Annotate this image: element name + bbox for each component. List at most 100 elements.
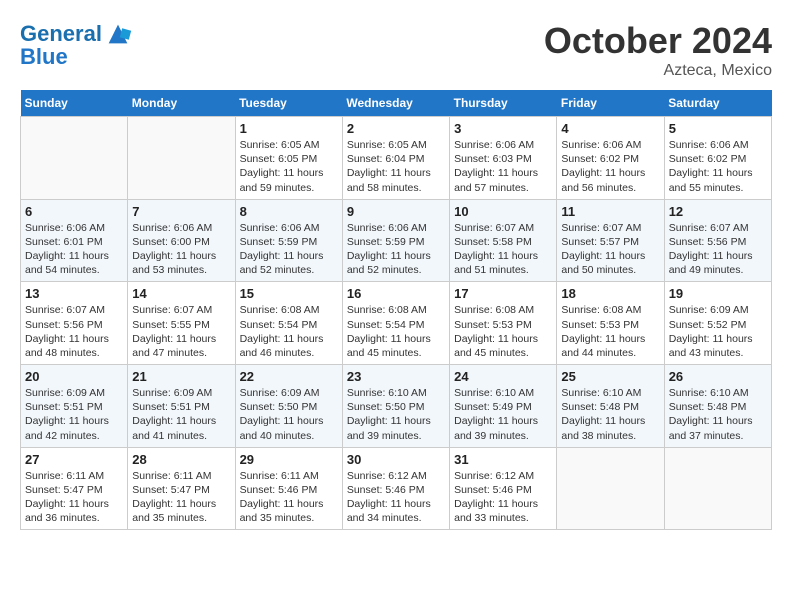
calendar-cell: 23 Sunrise: 6:10 AM Sunset: 5:50 PM Dayli…	[342, 365, 449, 448]
calendar-cell: 6 Sunrise: 6:06 AM Sunset: 6:01 PM Daylig…	[21, 199, 128, 282]
calendar-cell: 2Sunrise: 6:05 AM Sunset: 6:04 PM Daylig…	[342, 117, 449, 200]
day-info: Sunrise: 6:07 AM Sunset: 5:56 PM Dayligh…	[25, 303, 123, 360]
calendar-cell: 20 Sunrise: 6:09 AM Sunset: 5:51 PM Dayli…	[21, 365, 128, 448]
page-header: General Blue October 2024 Azteca, Mexico	[20, 20, 772, 80]
day-info: Sunrise: 6:09 AM Sunset: 5:51 PM Dayligh…	[25, 386, 123, 443]
calendar-cell	[557, 447, 664, 530]
day-info: Sunrise: 6:10 AM Sunset: 5:50 PM Dayligh…	[347, 386, 445, 443]
calendar-cell: 27 Sunrise: 6:11 AM Sunset: 5:47 PM Dayli…	[21, 447, 128, 530]
week-row-2: 6 Sunrise: 6:06 AM Sunset: 6:01 PM Daylig…	[21, 199, 772, 282]
day-number: 5	[669, 121, 767, 136]
day-info: Sunrise: 6:11 AM Sunset: 5:47 PM Dayligh…	[25, 469, 123, 526]
week-row-5: 27 Sunrise: 6:11 AM Sunset: 5:47 PM Dayli…	[21, 447, 772, 530]
calendar-cell: 5 Sunrise: 6:06 AM Sunset: 6:02 PM Daylig…	[664, 117, 771, 200]
day-info: Sunrise: 6:10 AM Sunset: 5:48 PM Dayligh…	[669, 386, 767, 443]
day-info: Sunrise: 6:09 AM Sunset: 5:50 PM Dayligh…	[240, 386, 338, 443]
day-number: 29	[240, 452, 338, 467]
day-number: 6	[25, 204, 123, 219]
weekday-header-tuesday: Tuesday	[235, 90, 342, 117]
weekday-header-sunday: Sunday	[21, 90, 128, 117]
day-info: Sunrise: 6:08 AM Sunset: 5:53 PM Dayligh…	[454, 303, 552, 360]
day-info: Sunrise: 6:11 AM Sunset: 5:46 PM Dayligh…	[240, 469, 338, 526]
day-info: Sunrise: 6:06 AM Sunset: 6:00 PM Dayligh…	[132, 221, 230, 278]
day-number: 15	[240, 286, 338, 301]
day-number: 13	[25, 286, 123, 301]
weekday-header-wednesday: Wednesday	[342, 90, 449, 117]
day-number: 11	[561, 204, 659, 219]
calendar-cell: 14 Sunrise: 6:07 AM Sunset: 5:55 PM Dayli…	[128, 282, 235, 365]
day-info: Sunrise: 6:05 AM Sunset: 6:05 PM Dayligh…	[240, 138, 338, 195]
day-info: Sunrise: 6:10 AM Sunset: 5:49 PM Dayligh…	[454, 386, 552, 443]
day-info: Sunrise: 6:07 AM Sunset: 5:58 PM Dayligh…	[454, 221, 552, 278]
day-number: 16	[347, 286, 445, 301]
day-number: 25	[561, 369, 659, 384]
day-number: 2	[347, 121, 445, 136]
day-info: Sunrise: 6:06 AM Sunset: 5:59 PM Dayligh…	[240, 221, 338, 278]
calendar-cell: 1 Sunrise: 6:05 AM Sunset: 6:05 PM Daylig…	[235, 117, 342, 200]
calendar-cell: 28 Sunrise: 6:11 AM Sunset: 5:47 PM Dayli…	[128, 447, 235, 530]
day-number: 21	[132, 369, 230, 384]
calendar-cell: 11Sunrise: 6:07 AM Sunset: 5:57 PM Dayli…	[557, 199, 664, 282]
calendar-cell	[21, 117, 128, 200]
day-number: 9	[347, 204, 445, 219]
location: Azteca, Mexico	[544, 62, 772, 80]
day-info: Sunrise: 6:06 AM Sunset: 5:59 PM Dayligh…	[347, 221, 445, 278]
day-number: 8	[240, 204, 338, 219]
day-number: 28	[132, 452, 230, 467]
calendar-cell: 13 Sunrise: 6:07 AM Sunset: 5:56 PM Dayli…	[21, 282, 128, 365]
day-number: 20	[25, 369, 123, 384]
day-info: Sunrise: 6:06 AM Sunset: 6:02 PM Dayligh…	[669, 138, 767, 195]
calendar-cell: 18 Sunrise: 6:08 AM Sunset: 5:53 PM Dayli…	[557, 282, 664, 365]
calendar-cell: 26 Sunrise: 6:10 AM Sunset: 5:48 PM Dayli…	[664, 365, 771, 448]
day-info: Sunrise: 6:08 AM Sunset: 5:53 PM Dayligh…	[561, 303, 659, 360]
day-number: 30	[347, 452, 445, 467]
logo: General Blue	[20, 20, 132, 70]
day-number: 10	[454, 204, 552, 219]
calendar-cell: 22 Sunrise: 6:09 AM Sunset: 5:50 PM Dayli…	[235, 365, 342, 448]
day-info: Sunrise: 6:07 AM Sunset: 5:55 PM Dayligh…	[132, 303, 230, 360]
calendar-cell: 17Sunrise: 6:08 AM Sunset: 5:53 PM Dayli…	[450, 282, 557, 365]
weekday-header-monday: Monday	[128, 90, 235, 117]
week-row-1: 1 Sunrise: 6:05 AM Sunset: 6:05 PM Daylig…	[21, 117, 772, 200]
calendar-cell	[664, 447, 771, 530]
day-number: 7	[132, 204, 230, 219]
weekday-header-friday: Friday	[557, 90, 664, 117]
day-info: Sunrise: 6:11 AM Sunset: 5:47 PM Dayligh…	[132, 469, 230, 526]
week-row-3: 13 Sunrise: 6:07 AM Sunset: 5:56 PM Dayli…	[21, 282, 772, 365]
logo-icon	[104, 20, 132, 48]
calendar-cell: 21Sunrise: 6:09 AM Sunset: 5:51 PM Dayli…	[128, 365, 235, 448]
day-info: Sunrise: 6:12 AM Sunset: 5:46 PM Dayligh…	[454, 469, 552, 526]
month-title: October 2024	[544, 20, 772, 62]
weekday-header-thursday: Thursday	[450, 90, 557, 117]
calendar-cell: 31 Sunrise: 6:12 AM Sunset: 5:46 PM Dayli…	[450, 447, 557, 530]
logo-text: General	[20, 22, 102, 46]
calendar-cell: 25 Sunrise: 6:10 AM Sunset: 5:48 PM Dayli…	[557, 365, 664, 448]
day-info: Sunrise: 6:06 AM Sunset: 6:01 PM Dayligh…	[25, 221, 123, 278]
day-number: 22	[240, 369, 338, 384]
day-number: 3	[454, 121, 552, 136]
calendar-cell: 7 Sunrise: 6:06 AM Sunset: 6:00 PM Daylig…	[128, 199, 235, 282]
calendar-cell: 30 Sunrise: 6:12 AM Sunset: 5:46 PM Dayli…	[342, 447, 449, 530]
calendar-cell: 3Sunrise: 6:06 AM Sunset: 6:03 PM Daylig…	[450, 117, 557, 200]
day-info: Sunrise: 6:08 AM Sunset: 5:54 PM Dayligh…	[347, 303, 445, 360]
day-number: 18	[561, 286, 659, 301]
weekday-header-row: SundayMondayTuesdayWednesdayThursdayFrid…	[21, 90, 772, 117]
day-number: 4	[561, 121, 659, 136]
calendar-cell: 4Sunrise: 6:06 AM Sunset: 6:02 PM Daylig…	[557, 117, 664, 200]
day-number: 31	[454, 452, 552, 467]
day-info: Sunrise: 6:12 AM Sunset: 5:46 PM Dayligh…	[347, 469, 445, 526]
day-number: 23	[347, 369, 445, 384]
title-block: October 2024 Azteca, Mexico	[544, 20, 772, 80]
day-number: 14	[132, 286, 230, 301]
day-number: 27	[25, 452, 123, 467]
calendar-cell: 16 Sunrise: 6:08 AM Sunset: 5:54 PM Dayli…	[342, 282, 449, 365]
calendar-table: SundayMondayTuesdayWednesdayThursdayFrid…	[20, 90, 772, 530]
day-number: 1	[240, 121, 338, 136]
day-number: 19	[669, 286, 767, 301]
day-number: 12	[669, 204, 767, 219]
day-number: 24	[454, 369, 552, 384]
day-number: 26	[669, 369, 767, 384]
day-info: Sunrise: 6:10 AM Sunset: 5:48 PM Dayligh…	[561, 386, 659, 443]
calendar-cell: 19Sunrise: 6:09 AM Sunset: 5:52 PM Dayli…	[664, 282, 771, 365]
week-row-4: 20 Sunrise: 6:09 AM Sunset: 5:51 PM Dayli…	[21, 365, 772, 448]
